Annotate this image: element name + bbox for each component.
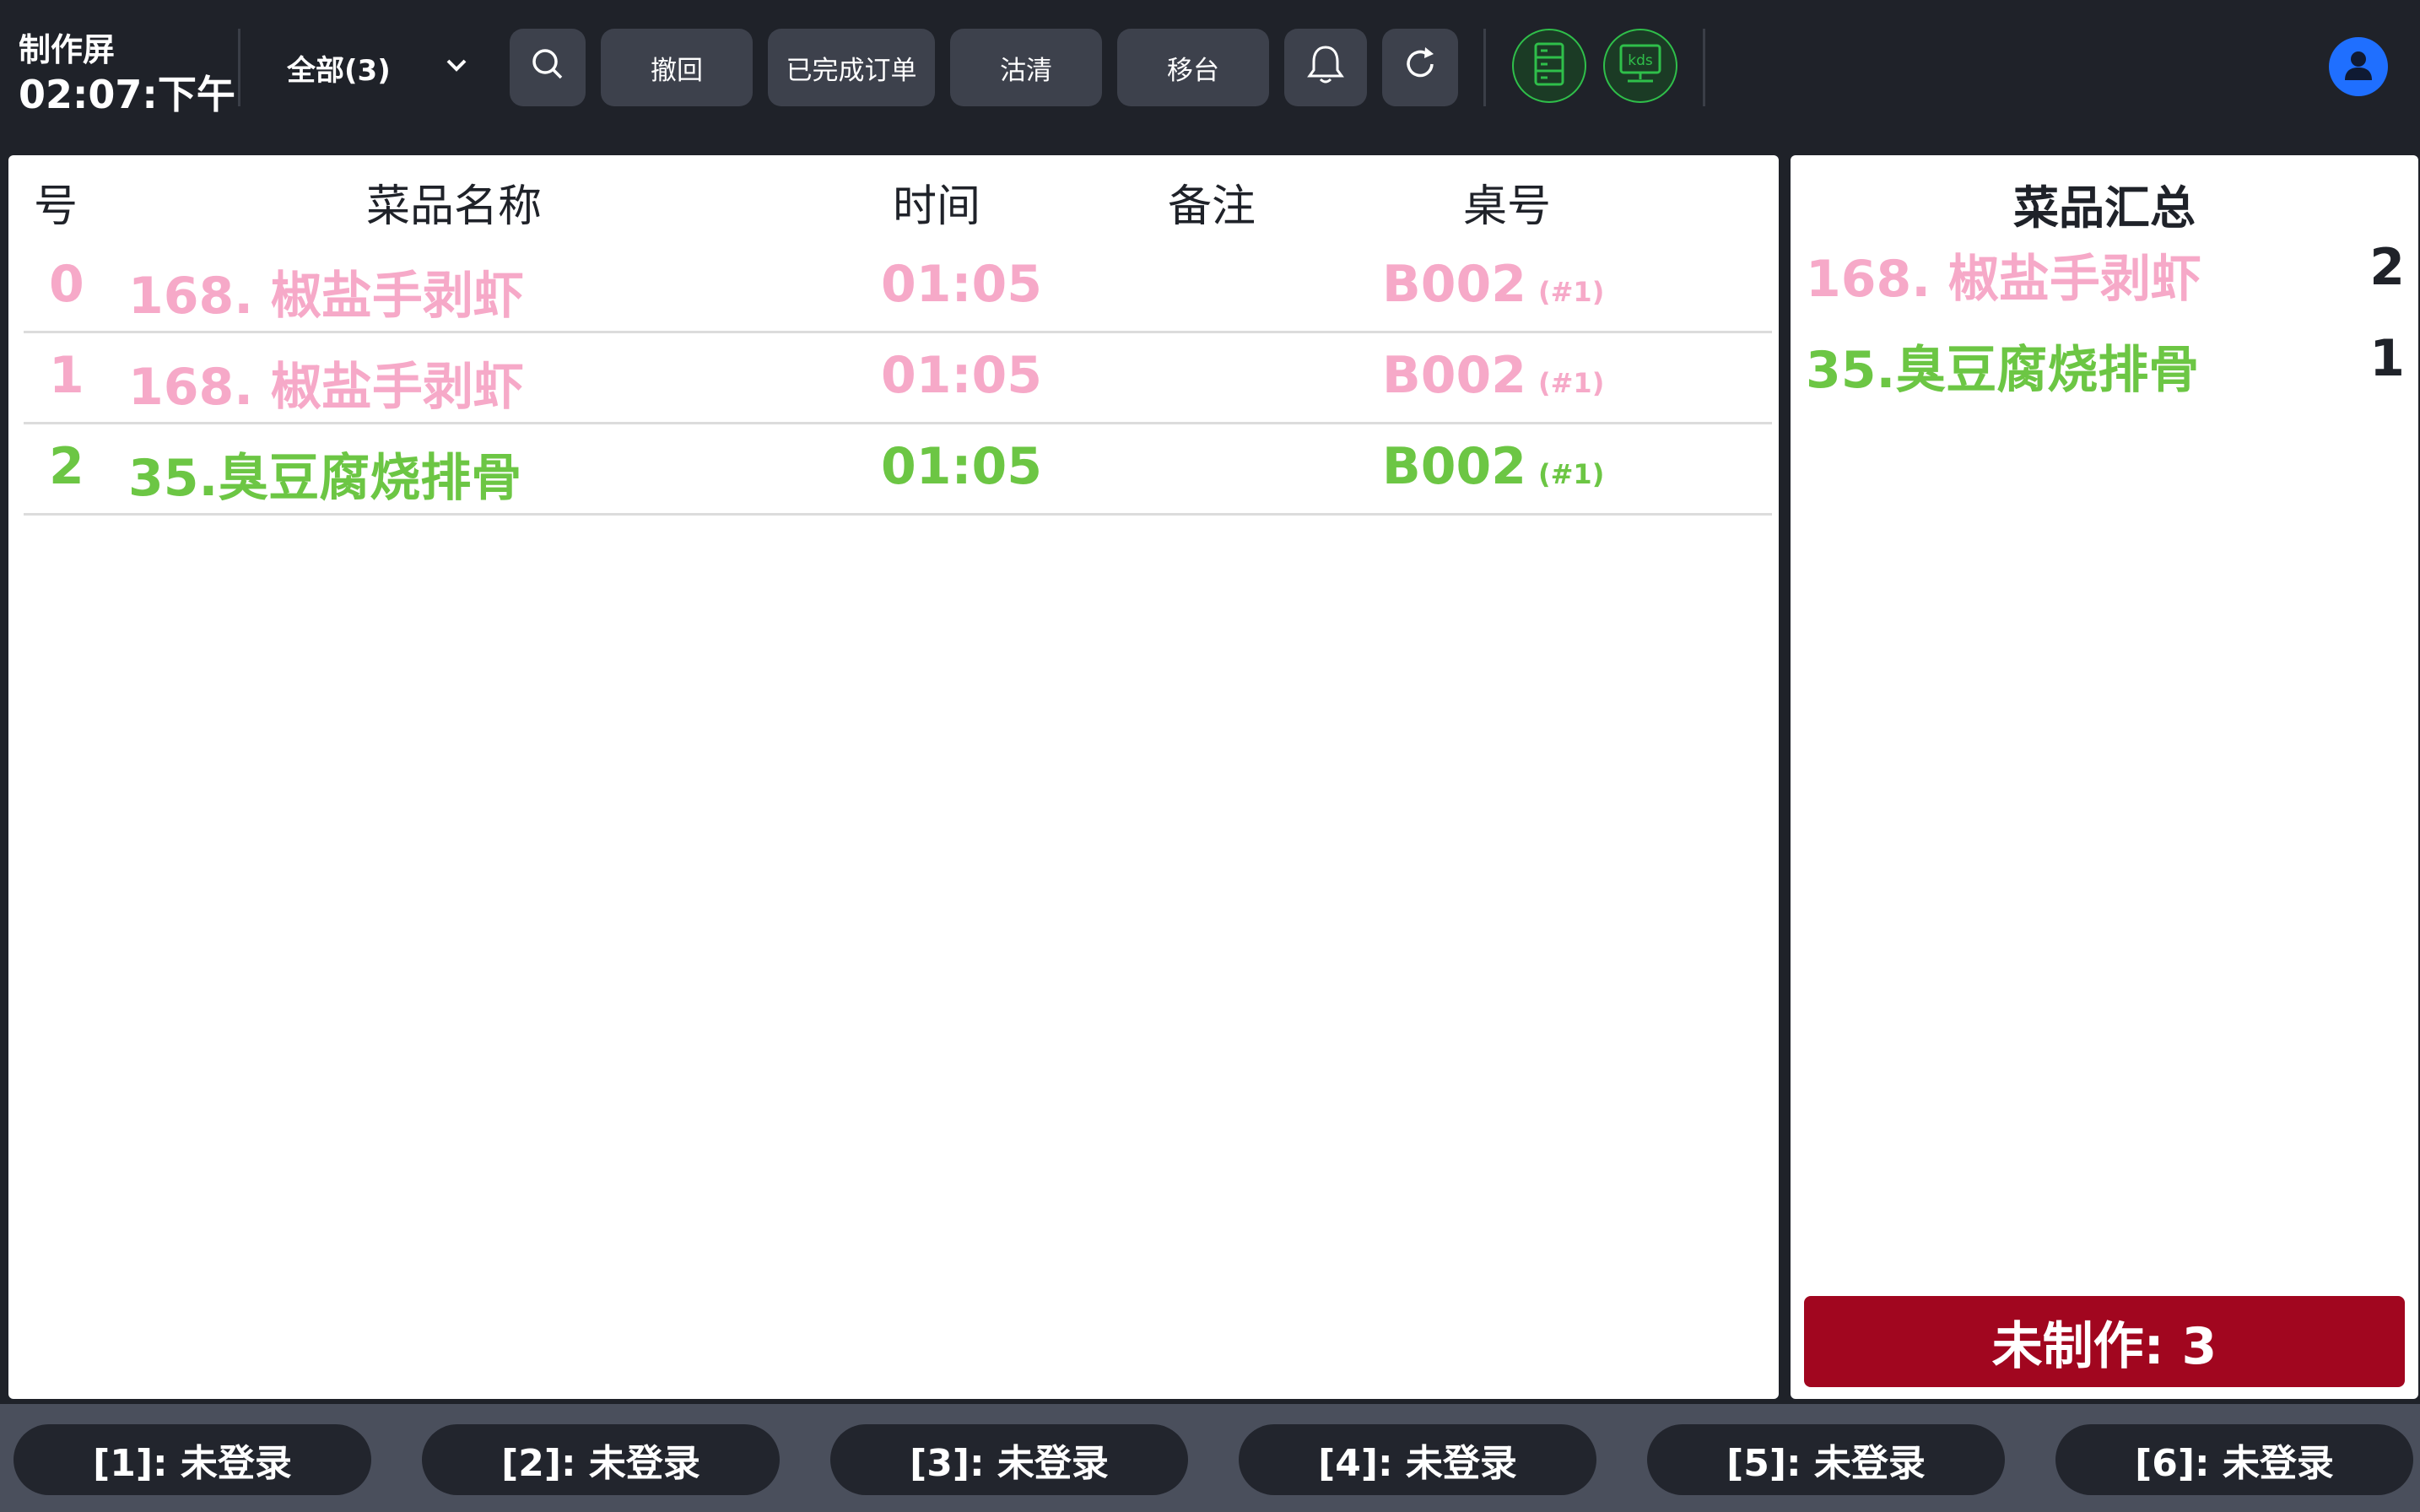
station-1-button[interactable]: [1]: 未登录: [14, 1424, 371, 1495]
order-number: 2: [49, 437, 84, 496]
table-number: B002: [1382, 255, 1526, 314]
table-number-cell: B002 (#1): [1382, 346, 1604, 405]
dish-name: 168. 椒盐手剥虾: [128, 267, 524, 326]
station-4-button[interactable]: [4]: 未登录: [1239, 1424, 1596, 1495]
dish-name: 168. 椒盐手剥虾: [128, 358, 524, 417]
server-icon: [1531, 41, 1568, 90]
order-number: 0: [49, 255, 84, 314]
divider: [1483, 29, 1486, 106]
filter-label: 全部(3): [287, 54, 391, 88]
pending-count-button[interactable]: 未制作: 3: [1804, 1296, 2405, 1387]
sold-out-button[interactable]: 沽清: [950, 29, 1102, 106]
station-3-button[interactable]: [3]: 未登录: [830, 1424, 1188, 1495]
server-status-button[interactable]: [1512, 29, 1586, 103]
seat-number: (#1): [1537, 367, 1605, 399]
column-header-time: 时间: [893, 181, 981, 232]
summary-item[interactable]: 35.臭豆腐烧排骨 1: [1806, 329, 2405, 413]
move-table-button[interactable]: 移台: [1117, 29, 1269, 106]
order-time: 01:05: [881, 346, 1042, 405]
clock: 02:07:下午: [19, 72, 235, 117]
kds-monitor-button[interactable]: kds: [1603, 29, 1677, 103]
search-icon: [529, 46, 566, 89]
table-number: B002: [1382, 437, 1526, 496]
dish-summary-panel: 菜品汇总 168. 椒盐手剥虾 2 35.臭豆腐烧排骨 1 未制作: 3: [1791, 155, 2418, 1399]
summary-item[interactable]: 168. 椒盐手剥虾 2: [1806, 238, 2405, 322]
summary-dish-quantity: 2: [2369, 238, 2405, 297]
seat-number: (#1): [1537, 458, 1605, 490]
order-row[interactable]: 2 35.臭豆腐烧排骨 01:05 B002 (#1): [24, 422, 1772, 516]
undo-button[interactable]: 撤回: [601, 29, 753, 106]
order-time: 01:05: [881, 255, 1042, 314]
refresh-icon: [1402, 46, 1439, 89]
table-number: B002: [1382, 346, 1526, 405]
divider: [1703, 29, 1705, 106]
chevron-down-icon: [444, 56, 469, 78]
order-row[interactable]: 1 168. 椒盐手剥虾 01:05 B002 (#1): [24, 331, 1772, 424]
station-6-button[interactable]: [6]: 未登录: [2055, 1424, 2413, 1495]
notification-button[interactable]: [1284, 29, 1367, 106]
table-number-cell: B002 (#1): [1382, 437, 1604, 496]
order-number: 1: [49, 346, 84, 405]
column-header-dish: 菜品名称: [366, 181, 543, 232]
top-bar: 制作屏 02:07:下午 全部(3) 撤回 已完成订单 沽清 移台 kds: [0, 0, 2420, 137]
divider: [238, 29, 240, 106]
column-header-table: 桌号: [1463, 181, 1552, 232]
completed-orders-button[interactable]: 已完成订单: [768, 29, 935, 106]
station-2-button[interactable]: [2]: 未登录: [422, 1424, 780, 1495]
summary-dish-name: 168. 椒盐手剥虾: [1806, 250, 2201, 309]
app-title: 制作屏: [19, 31, 116, 68]
column-header-number: 号: [34, 181, 78, 232]
bell-icon: [1306, 43, 1345, 92]
column-header-note: 备注: [1168, 181, 1256, 232]
table-number-cell: B002 (#1): [1382, 255, 1604, 314]
kds-monitor-icon: kds: [1618, 43, 1663, 89]
refresh-button[interactable]: [1382, 29, 1458, 106]
summary-title: 菜品汇总: [2013, 181, 2196, 235]
kds-label: kds: [1628, 52, 1653, 69]
order-row[interactable]: 0 168. 椒盐手剥虾 01:05 B002 (#1): [24, 240, 1772, 333]
user-icon: [2340, 46, 2377, 87]
order-time: 01:05: [881, 437, 1042, 496]
search-button[interactable]: [510, 29, 586, 106]
station-5-button[interactable]: [5]: 未登录: [1647, 1424, 2005, 1495]
user-avatar-button[interactable]: [2329, 37, 2388, 96]
summary-dish-quantity: 1: [2369, 329, 2405, 388]
summary-dish-name: 35.臭豆腐烧排骨: [1806, 341, 2200, 400]
order-list-panel: 号 菜品名称 时间 备注 桌号 0 168. 椒盐手剥虾 01:05 B002 (…: [8, 155, 1779, 1399]
station-bar: [1]: 未登录 [2]: 未登录 [3]: 未登录 [4]: 未登录 [5]:…: [0, 1404, 2420, 1512]
dish-name: 35.臭豆腐烧排骨: [128, 449, 522, 508]
seat-number: (#1): [1537, 276, 1605, 308]
